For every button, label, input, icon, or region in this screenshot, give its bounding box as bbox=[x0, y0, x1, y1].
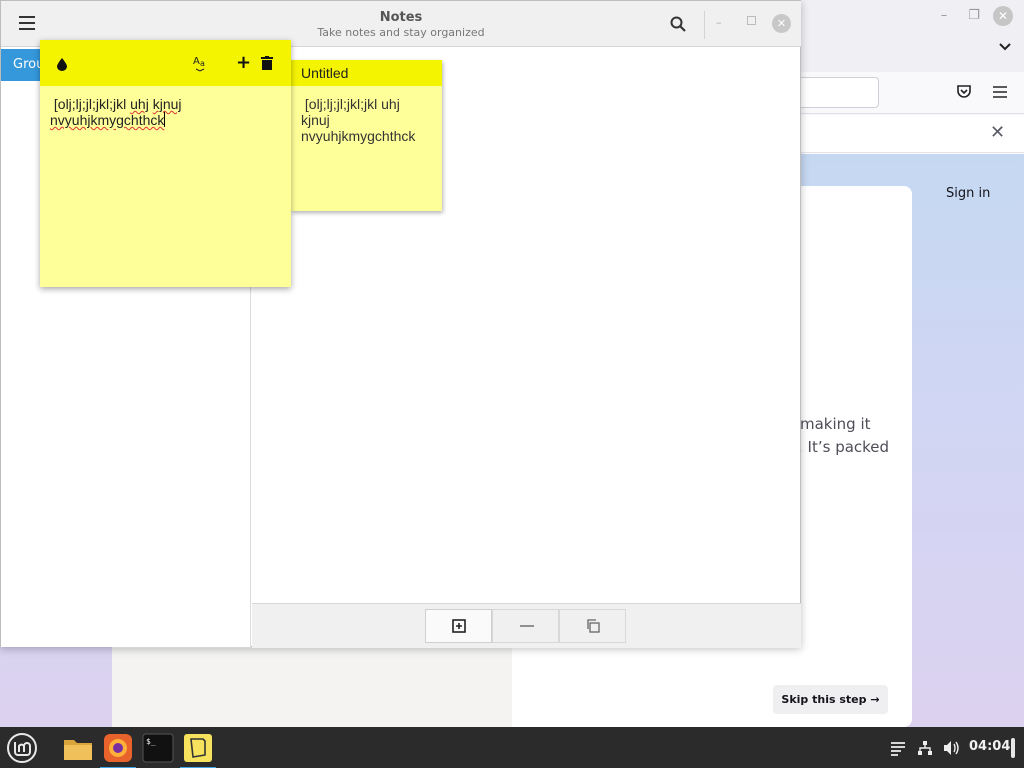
misspelled-word: uhj bbox=[130, 96, 149, 112]
remove-note-button[interactable] bbox=[492, 609, 559, 643]
sticky-text-line: [olj;lj;jl;jkl;jkl uhj kjnuj bbox=[50, 96, 285, 112]
svg-text:$_: $_ bbox=[146, 737, 156, 746]
note-card[interactable]: Untitled [olj;lj;jl;jkl;jkl uhj kjnuj nv… bbox=[291, 60, 442, 211]
trash-icon[interactable] bbox=[261, 55, 273, 74]
clock[interactable]: 04:04 bbox=[969, 739, 1010, 754]
sidebar-item-groups[interactable]: Groups bbox=[1, 49, 45, 81]
skip-step-button[interactable]: Skip this step → bbox=[773, 685, 888, 714]
close-icon[interactable]: ✕ bbox=[990, 122, 1005, 143]
onboarding-card-left-panel bbox=[112, 648, 512, 727]
note-card-line: [olj;lj;jl;jkl;jkl uhj bbox=[301, 96, 400, 112]
firefox-minimize-button[interactable]: – bbox=[934, 6, 954, 26]
svg-text:A: A bbox=[193, 56, 200, 67]
sticky-notes-icon[interactable] bbox=[180, 730, 216, 768]
list-all-tabs-button[interactable] bbox=[998, 40, 1012, 56]
sign-in-link[interactable]: Sign in bbox=[946, 186, 990, 201]
files-icon[interactable] bbox=[60, 730, 96, 766]
sticky-text-line: nvyuhjkmygchthck bbox=[50, 112, 285, 128]
note-card-line: kjnuj bbox=[301, 112, 330, 128]
maximize-button[interactable] bbox=[747, 16, 756, 25]
close-button[interactable]: ✕ bbox=[772, 14, 791, 33]
volume-icon[interactable] bbox=[943, 740, 961, 760]
firefox-icon[interactable] bbox=[100, 730, 136, 768]
search-icon[interactable] bbox=[669, 15, 687, 33]
notes-tray-icon[interactable] bbox=[890, 741, 906, 760]
minus-icon bbox=[520, 625, 534, 627]
sticky-note-header[interactable]: Aa + bbox=[40, 40, 291, 86]
duplicate-note-button[interactable] bbox=[559, 609, 626, 643]
add-note-icon bbox=[452, 619, 466, 633]
copy-icon bbox=[587, 619, 600, 633]
chevron-down-icon bbox=[999, 43, 1011, 51]
misspelled-word: nvyuhjkmygchthck bbox=[50, 112, 165, 128]
onboarding-text-line: . It’s packed bbox=[798, 438, 890, 456]
font-icon[interactable]: Aa bbox=[192, 54, 208, 76]
minimize-button[interactable]: – bbox=[716, 16, 722, 29]
firefox-restore-button[interactable]: ❐ bbox=[964, 6, 984, 26]
terminal-icon[interactable]: $_ bbox=[140, 730, 176, 766]
taskbar: $_ bbox=[0, 727, 1024, 768]
hamburger-menu-icon[interactable] bbox=[991, 84, 1009, 100]
note-card-header: Untitled bbox=[291, 60, 442, 86]
text-cursor bbox=[164, 112, 166, 127]
note-card-line: nvyuhjkmygchthck bbox=[301, 128, 416, 144]
header-separator bbox=[704, 11, 705, 39]
onboarding-text-line: making it bbox=[800, 415, 871, 433]
note-card-body: [olj;lj;jl;jkl;jkl uhj kjnuj nvyuhjkmygc… bbox=[301, 96, 436, 144]
mint-menu-icon[interactable] bbox=[6, 732, 38, 764]
svg-text:a: a bbox=[200, 59, 205, 68]
misspelled-word: kjnuj bbox=[152, 96, 182, 112]
new-note-button[interactable] bbox=[425, 609, 492, 643]
power-icon[interactable] bbox=[1011, 738, 1015, 758]
color-drop-icon[interactable] bbox=[56, 56, 68, 75]
network-icon[interactable] bbox=[917, 740, 933, 760]
note-card-title: Untitled bbox=[301, 65, 349, 81]
add-note-icon[interactable]: + bbox=[236, 52, 251, 73]
firefox-close-button[interactable]: ✕ bbox=[993, 6, 1013, 26]
sticky-note-editor: Aa + [olj;lj;jl;jkl;jkl uhj kjnuj nvyuhj… bbox=[40, 40, 291, 287]
notes-toolbar bbox=[252, 603, 801, 648]
pocket-icon[interactable] bbox=[955, 83, 973, 101]
sticky-text-segment: [olj;lj;jl;jkl;jkl bbox=[50, 96, 131, 112]
sticky-note-text-area[interactable]: [olj;lj;jl;jkl;jkl uhj kjnuj nvyuhjkmygc… bbox=[50, 96, 285, 128]
